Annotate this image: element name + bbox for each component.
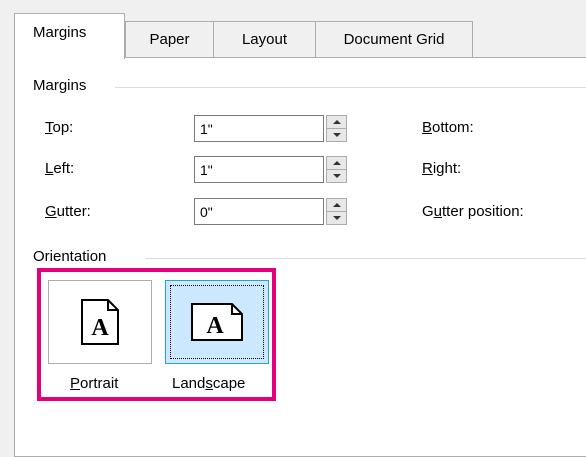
top-margin-input[interactable] <box>194 115 324 142</box>
gutter-label: Gutter: <box>45 203 91 220</box>
tab-layout[interactable]: Layout <box>213 21 316 57</box>
margins-group-title: Margins <box>33 77 93 94</box>
landscape-label: Landscape <box>172 375 246 392</box>
left-spin-down-button[interactable] <box>326 169 347 183</box>
bottom-label: Bottom: <box>422 119 474 136</box>
margins-group-divider <box>115 87 586 88</box>
gutter-spinner <box>326 198 347 225</box>
left-label: Left: <box>45 160 75 177</box>
tab-layout-label: Layout <box>241 31 288 48</box>
arrow-up-icon <box>332 161 341 165</box>
top-margin-spinner <box>326 115 347 142</box>
tab-paper[interactable]: Paper <box>125 21 214 57</box>
arrow-down-icon <box>332 133 341 137</box>
left-margin-spinner <box>326 156 347 183</box>
top-spin-up-button[interactable] <box>326 115 347 129</box>
gutter-input[interactable] <box>194 198 324 225</box>
gutter-position-label: Gutter position: <box>422 203 524 220</box>
right-label: Right: <box>422 160 462 177</box>
gutter-spin-up-button[interactable] <box>326 198 347 212</box>
portrait-button[interactable]: A <box>48 280 152 364</box>
arrow-down-icon <box>332 174 341 178</box>
tab-margins[interactable]: Margins <box>14 13 125 59</box>
landscape-button[interactable]: A <box>165 280 269 364</box>
tab-paper-label: Paper <box>149 31 190 48</box>
portrait-label: Portrait <box>70 375 119 392</box>
landscape-focus-ring: A <box>170 285 264 359</box>
landscape-page-icon: A <box>191 303 243 341</box>
left-spin-up-button[interactable] <box>326 156 347 170</box>
arrow-down-icon <box>332 216 341 220</box>
top-spin-down-button[interactable] <box>326 128 347 142</box>
tab-margins-label: Margins <box>33 24 87 41</box>
svg-text:A: A <box>91 315 109 341</box>
arrow-up-icon <box>332 203 341 207</box>
tab-document-grid-label: Document Grid <box>343 31 445 48</box>
tab-document-grid[interactable]: Document Grid <box>315 21 473 57</box>
gutter-spin-down-button[interactable] <box>326 211 347 225</box>
svg-text:A: A <box>206 313 224 339</box>
portrait-page-icon: A <box>81 299 119 345</box>
arrow-up-icon <box>332 120 341 124</box>
orientation-group-title: Orientation <box>33 248 113 265</box>
top-label: Top: <box>45 119 74 136</box>
left-margin-input[interactable] <box>194 156 324 183</box>
orientation-group-divider <box>145 258 586 259</box>
